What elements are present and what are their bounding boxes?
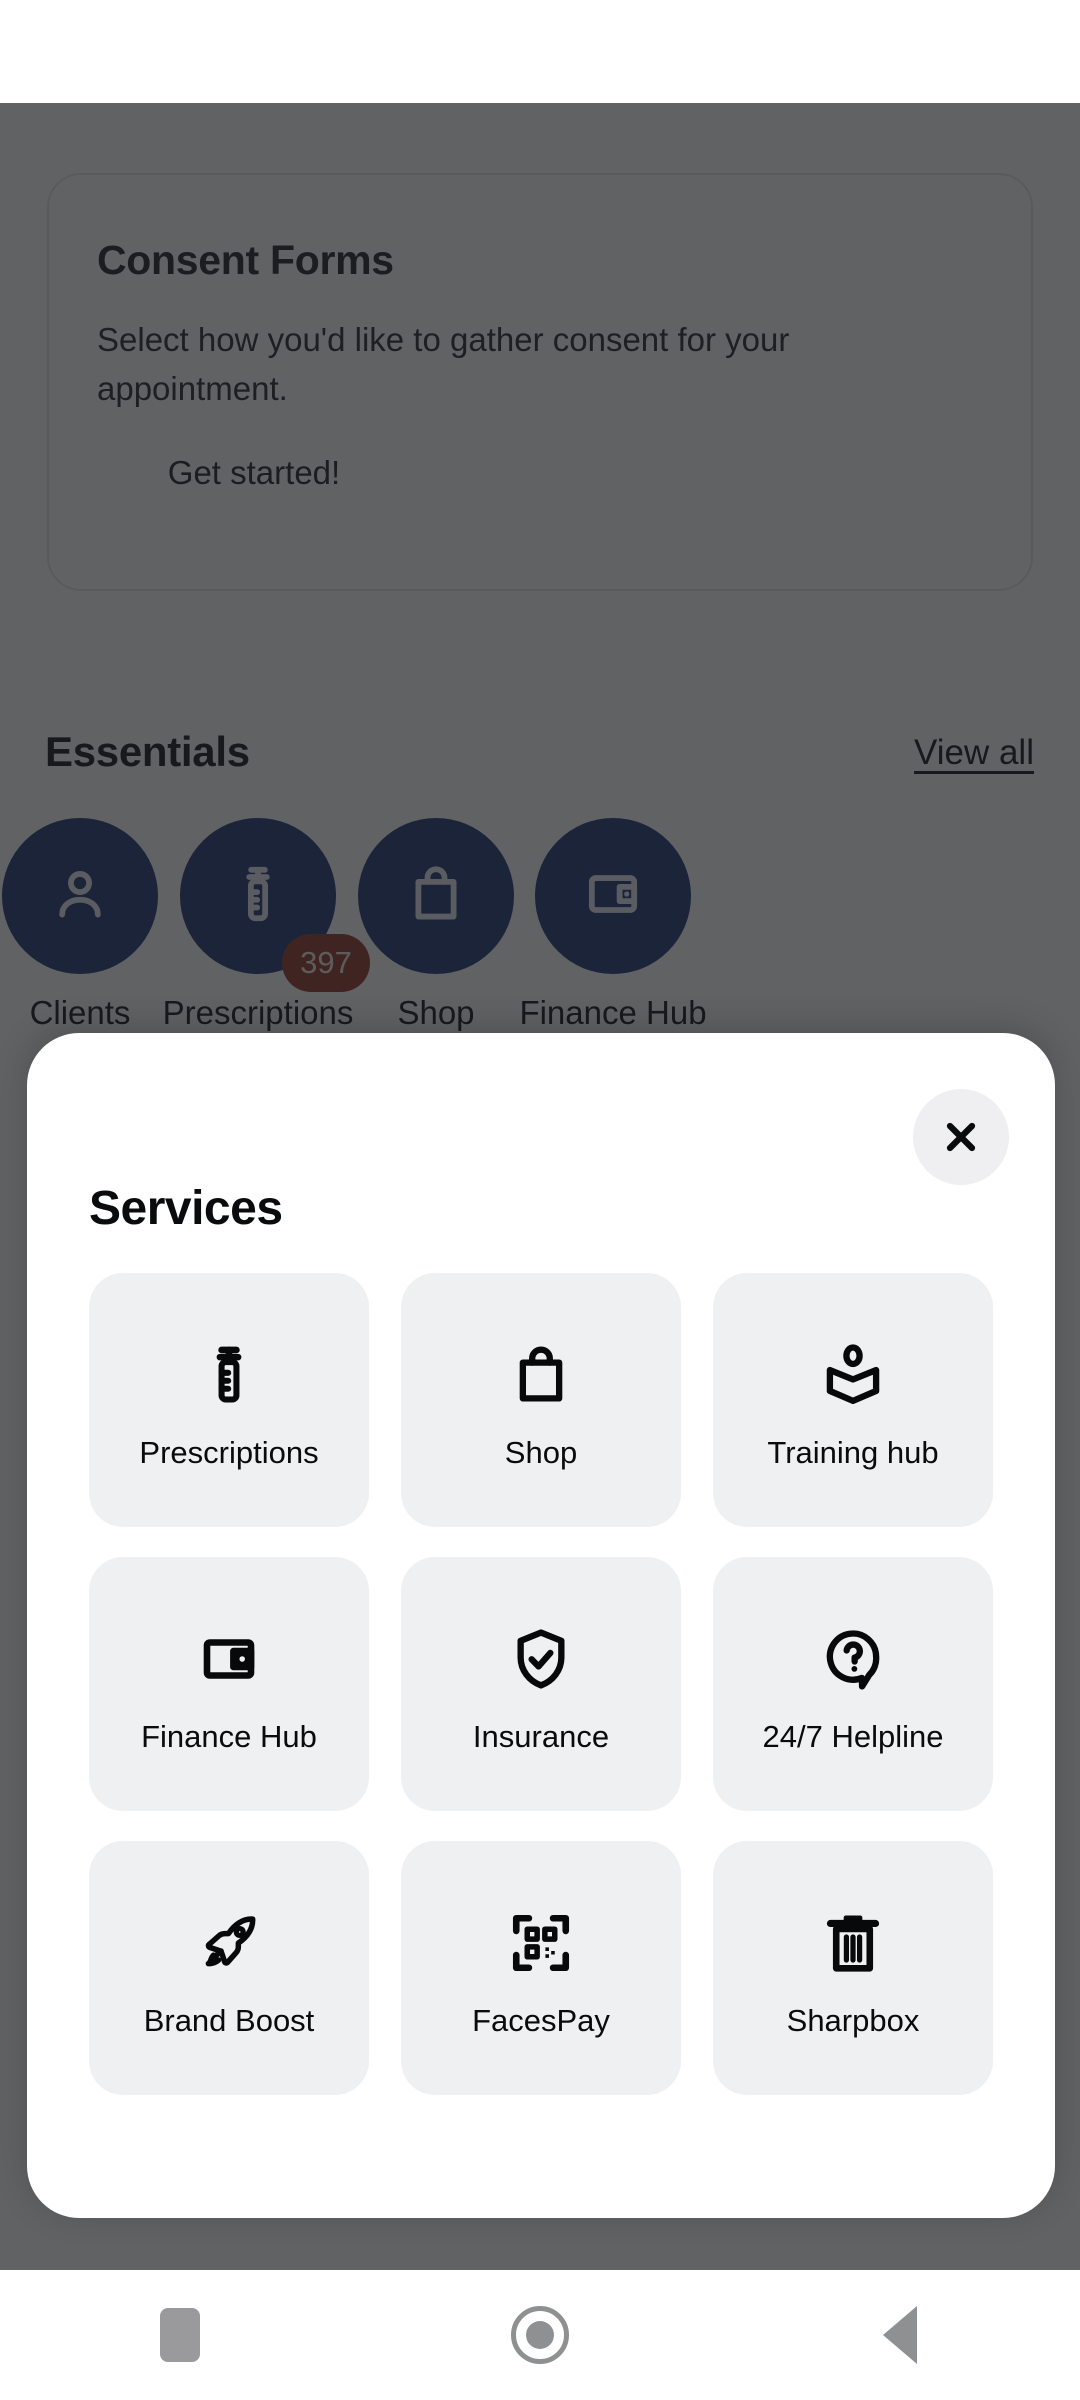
service-tile-sharpbox[interactable]: Sharpbox: [713, 1841, 993, 2095]
wallet-icon: [196, 1613, 262, 1705]
nav-back-button[interactable]: [840, 2275, 960, 2395]
nav-recents-button[interactable]: [120, 2275, 240, 2395]
service-tile-helpline[interactable]: 24/7 Helpline: [713, 1557, 993, 1811]
service-tile-label: FacesPay: [472, 2003, 610, 2038]
trash-bin-icon: [820, 1897, 886, 1989]
service-tile-label: Shop: [504, 1435, 578, 1470]
services-tile-grid: Prescriptions Shop Training hub Finance …: [89, 1273, 993, 2095]
service-tile-finance-hub[interactable]: Finance Hub: [89, 1557, 369, 1811]
vial-icon: [196, 1329, 262, 1421]
service-tile-label: Sharpbox: [786, 2003, 920, 2038]
service-tile-label: Finance Hub: [141, 1719, 317, 1754]
service-tile-shop[interactable]: Shop: [401, 1273, 681, 1527]
shield-check-icon: [508, 1613, 574, 1705]
services-bottom-sheet: Services Prescriptions Shop Training hub: [27, 1033, 1055, 2218]
service-tile-insurance[interactable]: Insurance: [401, 1557, 681, 1811]
service-tile-prescriptions[interactable]: Prescriptions: [89, 1273, 369, 1527]
circle-icon: [511, 2306, 569, 2364]
qr-scan-icon: [508, 1897, 574, 1989]
shopping-bag-icon: [508, 1329, 574, 1421]
rocket-icon: [196, 1897, 262, 1989]
sheet-title: Services: [89, 1182, 283, 1235]
nav-home-button[interactable]: [480, 2275, 600, 2395]
triangle-left-icon: [883, 2306, 917, 2364]
question-bubble-icon: [820, 1613, 886, 1705]
service-tile-brand-boost[interactable]: Brand Boost: [89, 1841, 369, 2095]
service-tile-facespay[interactable]: FacesPay: [401, 1841, 681, 2095]
service-tile-label: 24/7 Helpline: [762, 1719, 944, 1754]
training-book-icon: [820, 1329, 886, 1421]
service-tile-label: Brand Boost: [143, 2003, 315, 2038]
service-tile-label: Insurance: [472, 1719, 610, 1754]
android-nav-bar: [0, 2270, 1080, 2400]
service-tile-training-hub[interactable]: Training hub: [713, 1273, 993, 1527]
close-icon[interactable]: [913, 1089, 1009, 1185]
service-tile-label: Training hub: [767, 1435, 939, 1470]
service-tile-label: Prescriptions: [139, 1435, 319, 1470]
square-icon: [160, 2308, 200, 2362]
